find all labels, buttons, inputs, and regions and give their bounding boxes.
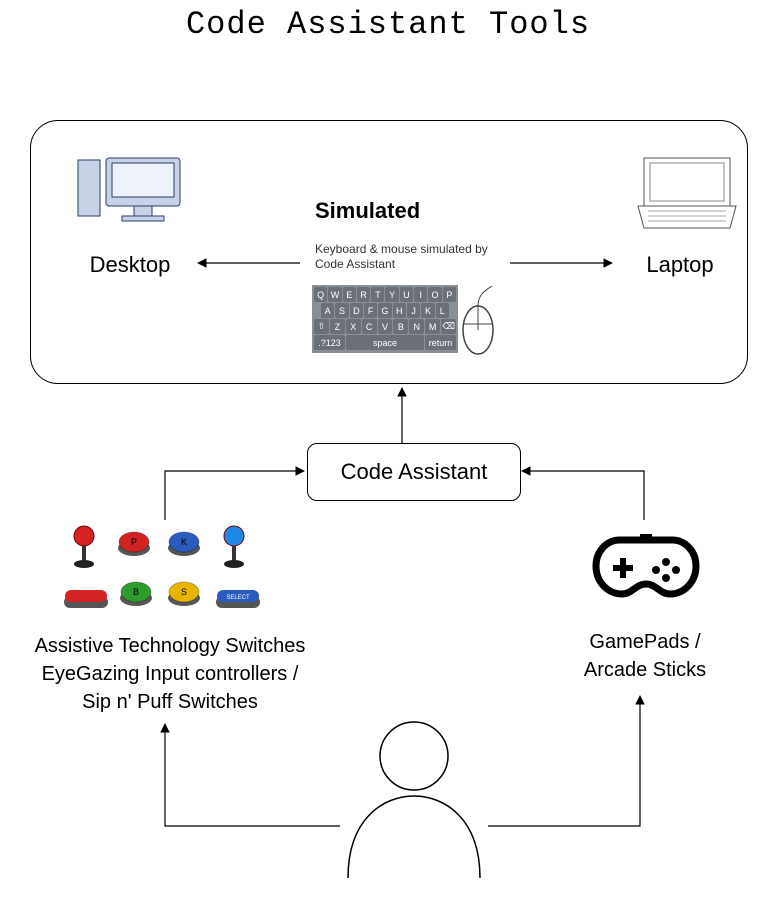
- assistive-tech-label: Assistive Technology Switches EyeGazing …: [0, 632, 340, 716]
- keyboard-key: G: [378, 303, 391, 318]
- svg-text:S: S: [181, 587, 187, 597]
- gamepad-line: Arcade Sticks: [520, 656, 770, 684]
- user-icon: [348, 722, 480, 878]
- svg-text:SELECT: SELECT: [226, 595, 250, 601]
- keyboard-key: Z: [330, 319, 345, 334]
- keyboard-key: J: [407, 303, 420, 318]
- keyboard-key: Q: [314, 287, 327, 302]
- simulated-subtitle: Keyboard & mouse simulated by Code Assis…: [315, 242, 515, 272]
- simulated-title: Simulated: [315, 198, 420, 224]
- keyboard-key: W: [328, 287, 341, 302]
- keyboard-icon: QWERTYUIOP ASDFGHJKL ⇧ZXCVBNM⌫ .?123 spa…: [312, 285, 458, 353]
- keyboard-key: P: [443, 287, 456, 302]
- keyboard-key: A: [321, 303, 334, 318]
- keyboard-key: L: [436, 303, 449, 318]
- keyboard-key: D: [350, 303, 363, 318]
- keyboard-key: V: [378, 319, 393, 334]
- page-title: Code Assistant Tools: [0, 6, 776, 43]
- desktop-label: Desktop: [60, 252, 200, 278]
- assistive-line: Sip n' Puff Switches: [0, 688, 340, 716]
- keyboard-key: K: [421, 303, 434, 318]
- keyboard-key: T: [371, 287, 384, 302]
- gamepad-line: GamePads /: [520, 628, 770, 656]
- keyboard-key: ⇧: [314, 319, 329, 334]
- gamepad-icon: [596, 534, 696, 594]
- arcade-buttons-icon: P K B S SELECT: [62, 522, 262, 612]
- code-assistant-node: Code Assistant: [307, 443, 521, 501]
- keyboard-key: ⌫: [441, 319, 456, 334]
- keyboard-key: C: [362, 319, 377, 334]
- keyboard-key: X: [346, 319, 361, 334]
- keyboard-space-key: space: [346, 335, 424, 350]
- keyboard-key: Y: [385, 287, 398, 302]
- assistive-line: EyeGazing Input controllers /: [0, 660, 340, 688]
- keyboard-key: R: [357, 287, 370, 302]
- keyboard-key: O: [428, 287, 441, 302]
- laptop-label: Laptop: [610, 252, 750, 278]
- keyboard-key: .?123: [314, 335, 345, 350]
- keyboard-key: E: [343, 287, 356, 302]
- svg-text:P: P: [131, 537, 137, 547]
- keyboard-key: I: [414, 287, 427, 302]
- keyboard-key: return: [425, 335, 456, 350]
- assistive-line: Assistive Technology Switches: [0, 632, 340, 660]
- keyboard-key: U: [400, 287, 413, 302]
- keyboard-key: S: [335, 303, 348, 318]
- keyboard-key: B: [393, 319, 408, 334]
- keyboard-key: N: [409, 319, 424, 334]
- keyboard-key: F: [364, 303, 377, 318]
- gamepad-label: GamePads / Arcade Sticks: [520, 628, 770, 684]
- svg-text:K: K: [181, 537, 187, 547]
- keyboard-key: H: [393, 303, 406, 318]
- keyboard-key: M: [425, 319, 440, 334]
- svg-text:B: B: [133, 587, 139, 597]
